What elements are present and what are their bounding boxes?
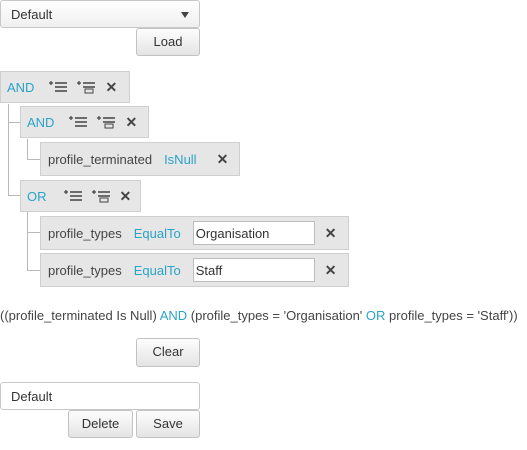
caret-down-icon xyxy=(181,12,189,18)
add-group-icon[interactable] xyxy=(91,189,111,203)
add-rule-icon[interactable] xyxy=(68,115,88,129)
tree-connector xyxy=(27,139,41,160)
close-icon[interactable]: ✕ xyxy=(217,151,229,168)
clear-button[interactable]: Clear xyxy=(136,338,200,367)
expression-part: ((profile_terminated Is Null) xyxy=(0,308,157,323)
rule-condition[interactable]: EqualTo xyxy=(134,226,181,241)
rule-value-input[interactable] xyxy=(192,258,315,282)
close-icon[interactable]: ✕ xyxy=(120,188,132,205)
expression-operator: OR xyxy=(365,308,386,323)
expression-part: (profile_types = 'Organisation' xyxy=(190,308,363,323)
rule-field[interactable]: profile_types xyxy=(48,226,122,241)
root-group-header: AND ✕ xyxy=(0,71,130,103)
rule-row: profile_types EqualTo ✕ xyxy=(40,253,349,287)
rule-row: profile_types EqualTo ✕ xyxy=(40,216,349,250)
rule-value-input[interactable] xyxy=(192,221,315,245)
rule-field[interactable]: profile_terminated xyxy=(48,152,152,167)
group-header: OR ✕ xyxy=(20,180,141,212)
close-icon[interactable]: ✕ xyxy=(105,79,117,96)
filter-expression: ((profile_terminated Is Null) AND (profi… xyxy=(0,308,527,323)
expression-operator: AND xyxy=(159,308,188,323)
group-operator[interactable]: OR xyxy=(27,189,47,204)
close-icon[interactable]: ✕ xyxy=(325,225,337,242)
delete-button[interactable]: Delete xyxy=(68,410,133,438)
expression-part: profile_types = 'Staff')) xyxy=(389,308,518,323)
group-operator[interactable]: AND xyxy=(7,80,34,95)
add-group-icon[interactable] xyxy=(76,80,96,94)
tree-connector xyxy=(27,232,41,271)
filter-name-field[interactable]: Default xyxy=(0,382,200,410)
add-group-icon[interactable] xyxy=(96,115,116,129)
load-button[interactable]: Load xyxy=(136,28,200,56)
save-button[interactable]: Save xyxy=(136,410,200,438)
tree-connector xyxy=(27,212,41,233)
group-header: AND ✕ xyxy=(20,106,149,138)
filter-select-value: Default xyxy=(11,7,53,22)
group-operator[interactable]: AND xyxy=(27,115,54,130)
rule-condition[interactable]: EqualTo xyxy=(134,263,181,278)
rule-condition[interactable]: IsNull xyxy=(164,152,197,167)
rule-row: profile_terminated IsNull ✕ xyxy=(40,142,240,176)
close-icon[interactable]: ✕ xyxy=(325,262,337,279)
rule-field[interactable]: profile_types xyxy=(48,263,122,278)
filter-select[interactable]: Default xyxy=(0,0,200,28)
filter-name-value: Default xyxy=(11,389,53,404)
add-rule-icon[interactable] xyxy=(48,80,68,94)
close-icon[interactable]: ✕ xyxy=(125,114,137,131)
add-rule-icon[interactable] xyxy=(63,189,83,203)
